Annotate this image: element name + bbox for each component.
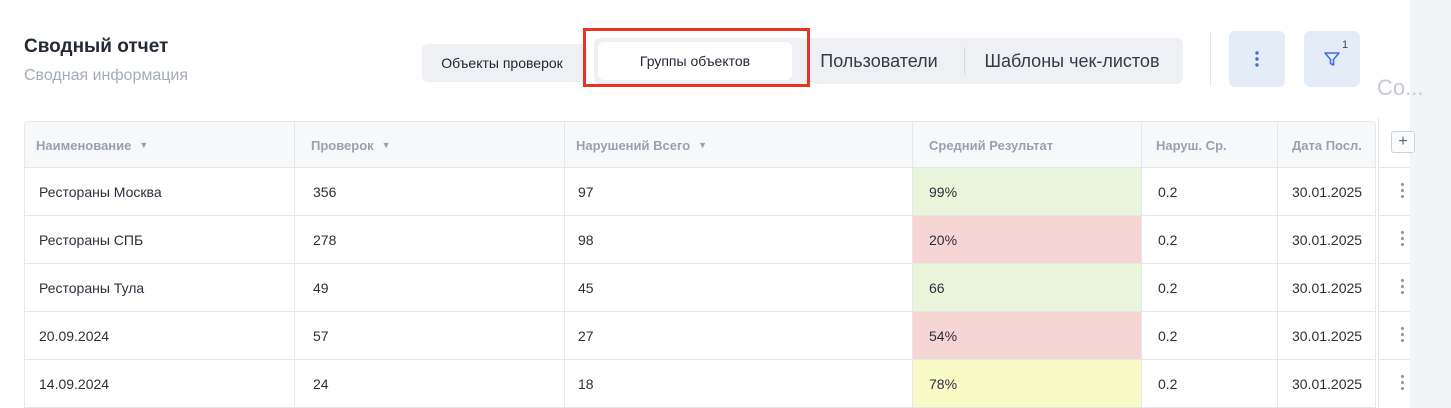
cell-avg-violations: 0.2 — [1142, 312, 1278, 359]
row-menu-button[interactable] — [1394, 180, 1410, 200]
summary-table: Наименование ▼ Проверок ▼ Нарушений Всего ▼… — [24, 121, 1376, 408]
cell-avg-result: 99% — [913, 168, 1142, 215]
cell-last-date: 30.01.2025 — [1292, 327, 1363, 344]
plus-icon: + — [1398, 133, 1408, 150]
vertical-dots-icon — [1400, 386, 1404, 390]
table-row[interactable]: Рестораны Москва 356 97 99% 0.2 30.01.2025 — [25, 168, 1375, 216]
table-row[interactable]: 14.09.2024 24 18 78% 0.2 30.01.2025 — [25, 360, 1375, 408]
columns-panel-label: Co... — [1377, 75, 1424, 100]
cell-name: 14.09.2024 — [25, 360, 295, 407]
column-header-label: Дата Посл. — [1292, 137, 1362, 153]
filter-funnel-icon — [1324, 52, 1340, 66]
row-menu-button[interactable] — [1394, 276, 1410, 296]
tab-inspection-objects[interactable]: Объекты проверок — [428, 44, 576, 82]
vertical-dots-icon — [1400, 284, 1404, 288]
vertical-dots-icon — [1400, 278, 1404, 282]
cell-name: Рестораны Москва — [25, 168, 295, 215]
column-header-label: Наруш. Ср. — [1156, 137, 1227, 153]
vertical-dots-icon — [1400, 188, 1404, 192]
cell-checks: 278 — [299, 216, 565, 263]
cell-checks: 57 — [299, 312, 565, 359]
vertical-dots-icon — [1400, 182, 1404, 186]
side-row-divider — [1378, 359, 1410, 360]
vertical-dots-icon — [1400, 236, 1404, 240]
column-header-avg-violations[interactable]: Наруш. Ср. — [1142, 122, 1278, 168]
table-row[interactable]: Рестораны Тула 49 45 66 0.2 30.01.2025 — [25, 264, 1375, 312]
row-menu-button[interactable] — [1394, 324, 1410, 344]
cell-avg-result: 78% — [913, 360, 1142, 407]
column-header-violations[interactable]: Нарушений Всего ▼ — [561, 122, 913, 168]
cell-avg-violations: 0.2 — [1142, 216, 1278, 263]
side-row-divider — [1378, 311, 1410, 312]
table-header: Наименование ▼ Проверок ▼ Нарушений Всего ▼… — [25, 122, 1375, 168]
cell-checks: 356 — [299, 168, 565, 215]
tab-users[interactable]: Пользователи — [812, 38, 946, 84]
table-row[interactable]: 20.09.2024 57 27 54% 0.2 30.01.2025 — [25, 312, 1375, 360]
column-header-label: Проверок — [311, 137, 374, 153]
cell-avg-violations: 0.2 — [1142, 168, 1278, 215]
cell-violations: 97 — [561, 168, 913, 215]
cell-name: 20.09.2024 — [25, 312, 295, 359]
cell-avg-result: 66 — [913, 264, 1142, 311]
vertical-dots-icon — [1400, 374, 1404, 378]
row-menu-button[interactable] — [1394, 372, 1410, 392]
cell-last-date: 30.01.2025 — [1292, 279, 1363, 296]
cell-checks: 49 — [299, 264, 565, 311]
vertical-dots-icon — [1400, 332, 1404, 336]
filter-count-badge: 1 — [1342, 39, 1349, 51]
vertical-dots-icon — [1400, 380, 1404, 384]
vertical-dots-icon — [1400, 338, 1404, 342]
more-options-button[interactable] — [1229, 31, 1285, 87]
cell-avg-result: 54% — [913, 312, 1142, 359]
cell-violations: 27 — [561, 312, 913, 359]
toolbar-divider — [1210, 32, 1211, 86]
cell-avg-violations: 0.2 — [1142, 360, 1278, 407]
page-subtitle: Сводная информация — [24, 67, 188, 84]
vertical-dots-icon — [1400, 326, 1404, 330]
filter-button[interactable] — [1304, 31, 1360, 87]
column-header-last-date[interactable]: Дата Посл. — [1278, 122, 1375, 168]
active-tab-highlight — [583, 28, 810, 87]
vertical-dots-icon — [1255, 51, 1259, 67]
vertical-dots-icon — [1400, 290, 1404, 294]
column-header-label: Средний Результат — [929, 137, 1054, 153]
cell-checks: 24 — [299, 360, 565, 407]
sort-arrow-icon: ▼ — [381, 140, 391, 150]
sort-arrow-icon: ▼ — [139, 140, 149, 150]
column-header-label: Наименование — [36, 137, 132, 153]
right-gutter — [1410, 0, 1451, 408]
cell-avg-violations: 0.2 — [1142, 264, 1278, 311]
add-column-button[interactable]: + — [1391, 131, 1415, 153]
cell-last-date: 30.01.2025 — [1292, 375, 1363, 392]
cell-last-date: 30.01.2025 — [1292, 231, 1363, 248]
tab-checklist-templates[interactable]: Шаблоны чек-листов — [972, 38, 1172, 84]
side-row-divider — [1378, 215, 1410, 216]
sort-arrow-icon: ▼ — [698, 140, 708, 150]
vertical-dots-icon — [1400, 194, 1404, 198]
side-row-divider — [1378, 263, 1410, 264]
column-header-label: Нарушений Всего — [576, 137, 691, 153]
column-header-name[interactable]: Наименование ▼ — [25, 122, 295, 168]
cell-last-date: 30.01.2025 — [1292, 183, 1363, 200]
row-menu-button[interactable] — [1394, 228, 1410, 248]
vertical-dots-icon — [1400, 230, 1404, 234]
side-row-divider — [1378, 167, 1410, 168]
page-title: Сводный отчет — [24, 36, 169, 57]
vertical-dots-icon — [1400, 242, 1404, 246]
column-header-checks[interactable]: Проверок ▼ — [299, 122, 565, 168]
column-header-avg-result[interactable]: Средний Результат — [913, 122, 1142, 168]
cell-avg-result: 20% — [913, 216, 1142, 263]
cell-name: Рестораны СПБ — [25, 216, 295, 263]
cell-violations: 18 — [561, 360, 913, 407]
cell-violations: 45 — [561, 264, 913, 311]
cell-violations: 98 — [561, 216, 913, 263]
tab-divider — [964, 47, 965, 75]
table-row[interactable]: Рестораны СПБ 278 98 20% 0.2 30.01.2025 — [25, 216, 1375, 264]
cell-name: Рестораны Тула — [25, 264, 295, 311]
